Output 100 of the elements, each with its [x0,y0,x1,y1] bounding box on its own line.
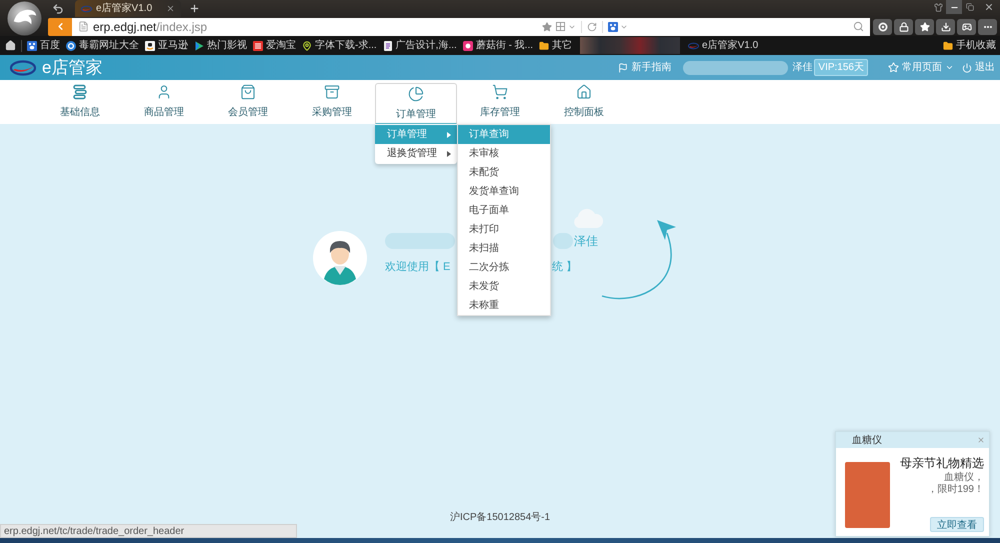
logo-icon [10,60,36,76]
vip-badge: VIP:156天 [814,59,868,76]
bookmark-link[interactable]: 蘑菇街 - 我... [462,38,534,53]
home-icon [576,84,592,100]
download-icon [940,22,950,32]
star-icon [888,62,899,73]
gamepad-icon [962,22,972,32]
pie-chart-icon [408,86,424,102]
toolbar-button[interactable] [894,18,913,34]
toolbar-button[interactable] [936,18,955,34]
bookmark-link[interactable]: 毒霸网址大全 [66,38,139,53]
map-pin-icon [302,40,312,50]
toolbar-button[interactable] [873,18,892,34]
nav-tab[interactable]: 采购管理 [291,80,373,124]
paw-icon [27,40,37,50]
archive-icon [324,84,340,100]
ring-icon [878,22,888,32]
user-icon [156,84,172,100]
bookmark-link[interactable]: 热门影视 [194,38,247,53]
toolbar-button[interactable] [957,18,976,34]
submenu-item[interactable]: 发货单查询 [458,182,550,201]
bookmark-link[interactable]: e店管家V1.0 [688,38,758,53]
bookmark-link[interactable]: 字体下载-求... [302,38,377,53]
logo-icon [688,42,700,50]
toolbar-button[interactable] [915,18,934,34]
page-icon [78,21,89,32]
bookmark-link[interactable]: 广告设计,海... [382,38,457,53]
restore-icon [966,3,974,11]
caret-icon [945,63,954,72]
bookmark-link[interactable]: 其它 [539,38,572,53]
star-icon[interactable] [542,22,552,32]
close-icon [984,2,994,12]
document-icon [382,40,393,50]
round-logo-icon [66,40,76,50]
nav-tab[interactable]: 基础信息 [39,80,121,124]
cart-icon [492,84,508,100]
popup-headline: 母亲节礼物精选 [900,455,984,472]
menu-item[interactable]: 退换货管理 [375,144,457,163]
popup-title: 血糖仪 [852,434,882,448]
submenu-item[interactable]: 未扫描 [458,239,550,258]
user-name: 泽佳 [792,61,812,75]
bookmark-link[interactable]: 亚马逊 [145,38,188,53]
welcome-text: 欢迎使用【 E [385,260,450,275]
tab-title: e店管家V1.0 [96,2,152,16]
blurred-text-block [385,233,455,249]
avatar-icon [313,231,367,285]
submenu-item[interactable]: 未配货 [458,163,550,182]
shirt-icon [934,2,942,12]
close-icon[interactable] [166,4,175,13]
list-icon [72,84,88,100]
flower-icon [462,40,473,50]
toolbar-button[interactable] [978,18,997,34]
nav-tab[interactable]: 库存管理 [459,80,541,124]
blurred-text-block [553,233,573,249]
app-logo-text: e店管家 [42,56,102,79]
browser-logo-icon[interactable] [6,1,42,36]
play-icon [194,40,204,50]
browser-tab[interactable]: e店管家V1.0 [75,0,181,17]
undo-icon[interactable] [52,2,64,14]
submenu-item[interactable]: 未审核 [458,144,550,163]
back-button[interactable] [48,18,72,36]
product-photo-placeholder [845,462,890,528]
nav-tab[interactable]: 订单管理 [375,83,457,124]
welcome-text: 统 】 [552,260,578,275]
address-field[interactable]: erp.edgj.net/index.jsp [72,18,870,36]
search-icon[interactable] [853,21,864,32]
submenu-item[interactable]: 电子面单 [458,201,550,220]
logo-icon [81,4,92,12]
grid-icon[interactable] [556,22,565,31]
submenu-item[interactable]: 二次分拣 [458,258,550,277]
bookmark-link[interactable]: 百度 [27,38,60,53]
user-name: 泽佳 [574,233,598,250]
paw-icon [608,22,618,32]
bag-icon [240,84,256,100]
folder-icon [943,40,953,50]
status-bar: erp.edgj.net/tc/trade/trade_order_header [0,524,297,538]
submenu-item[interactable]: 未称重 [458,296,550,315]
flag-icon [618,62,628,72]
new-tab-icon[interactable] [189,3,200,14]
square-logo-icon [145,40,155,50]
nav-tab[interactable]: 控制面板 [543,80,625,124]
minimize-button[interactable] [946,0,962,14]
view-now-button[interactable]: 立即查看 [930,517,984,532]
url-text: erp.edgj.net/index.jsp [93,18,208,36]
home-icon[interactable] [5,40,16,51]
icp-text: 沪ICP备15012854号-1 [450,510,550,525]
star-icon [920,22,930,32]
mobile-bookmarks-link[interactable]: 手机收藏 [943,38,996,53]
lock-icon [898,22,908,32]
popup-text: ，限时199！ [927,484,984,496]
nav-tab[interactable]: 商品管理 [123,80,205,124]
nav-tab[interactable]: 会员管理 [207,80,289,124]
square-logo-icon [253,40,263,50]
power-icon [962,62,972,72]
submenu-item[interactable]: 未发货 [458,277,550,296]
submenu-item[interactable]: 未打印 [458,220,550,239]
refresh-icon[interactable] [587,22,597,32]
folder-icon [539,40,550,50]
bookmark-link[interactable]: 爱淘宝 [253,38,296,53]
popup-text: 血糖仪， [944,472,984,484]
